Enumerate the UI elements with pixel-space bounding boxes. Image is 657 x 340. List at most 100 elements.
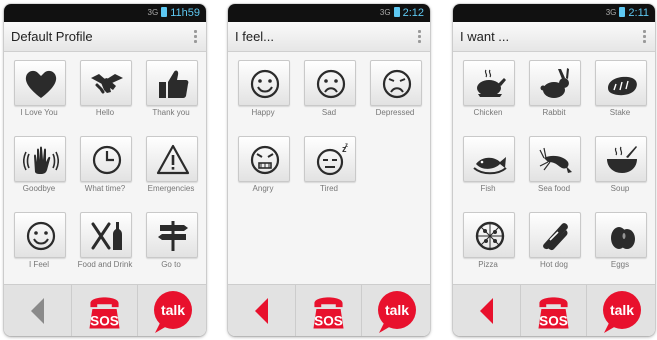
grid-item-label: I Feel: [28, 260, 49, 269]
battery-icon: [161, 7, 168, 17]
overflow-menu-icon[interactable]: [414, 28, 424, 46]
talk-button[interactable]: talk: [138, 285, 206, 336]
signal-icon: 3G: [147, 8, 159, 17]
back-button[interactable]: [453, 285, 520, 336]
shrimp-icon: [539, 147, 572, 173]
talk-label: talk: [385, 302, 409, 318]
clock-icon: [92, 145, 122, 175]
smiley-icon: [26, 221, 56, 251]
grid-item-eggs[interactable]: Eggs: [588, 204, 652, 276]
grid-item-label: Fish: [480, 184, 496, 193]
back-arrow-icon: [255, 298, 268, 324]
grid-item-label: Hello: [95, 108, 115, 117]
grid-item-label: Hot dog: [539, 260, 569, 269]
grid-item-label: Thank you: [152, 108, 190, 117]
sos-label: SOS: [539, 314, 568, 329]
grid-item-goodbye[interactable]: Goodbye: [7, 128, 71, 200]
grid-item-chicken[interactable]: Chicken: [456, 52, 520, 124]
phone-screen-default-profile: 3G 11h59 Default Profile I Love You Hello…: [4, 4, 206, 336]
back-button[interactable]: [4, 285, 71, 336]
grid-item-hot-dog[interactable]: Hot dog: [522, 204, 586, 276]
feelings-grid: Happy Sad Depressed Angry zz Tired: [228, 52, 430, 284]
phone-screen-i-feel: 3G 2:12 I feel... Happy Sad Depressed Ang…: [228, 4, 430, 336]
app-bar: I want ...: [453, 22, 655, 52]
grid-item-rabbit[interactable]: Rabbit: [522, 52, 586, 124]
fish-dish-icon: [473, 157, 507, 175]
sos-label: SOS: [90, 314, 119, 329]
sos-button[interactable]: SOS: [71, 285, 138, 336]
app-bar: I feel...: [228, 22, 430, 52]
waving-hand-icon: [23, 146, 59, 174]
grid-item-label: Angry: [252, 184, 274, 193]
bottom-bar: SOS talk: [228, 284, 430, 336]
cutlery-bottle-icon: [91, 222, 122, 250]
sos-phone-icon: SOS: [89, 297, 120, 329]
grid-item-stake[interactable]: Stake: [588, 52, 652, 124]
grid-item-label: Tired: [320, 184, 338, 193]
hot-dog-icon: [543, 223, 568, 251]
status-time: 2:11: [628, 7, 649, 19]
grid-item-what-time[interactable]: What time?: [73, 128, 137, 200]
overflow-menu-icon[interactable]: [190, 28, 200, 46]
angry-face-icon: [250, 145, 280, 175]
sad-face-icon: [316, 69, 346, 99]
talk-button[interactable]: talk: [587, 285, 655, 336]
food-grid: Chicken Rabbit Stake Fish Sea food Soup: [453, 52, 655, 284]
heart-icon: [25, 70, 57, 98]
bottom-bar: SOS talk: [453, 284, 655, 336]
grid-item-happy[interactable]: Happy: [231, 52, 295, 124]
grid-item-angry[interactable]: Angry: [231, 128, 295, 200]
grid-item-label: What time?: [84, 184, 126, 193]
phone-screen-i-want: 3G 2:11 I want ... Chicken Rabbit Stake F…: [453, 4, 655, 336]
grid-item-fish[interactable]: Fish: [456, 128, 520, 200]
grid-item-pizza[interactable]: Pizza: [456, 204, 520, 276]
soup-bowl-icon: [607, 146, 637, 173]
grid-item-label: Soup: [610, 184, 630, 193]
grid-item-i-love-you[interactable]: I Love You: [7, 52, 71, 124]
grid-item-label: Rabbit: [542, 108, 566, 117]
grid-item-sea-food[interactable]: Sea food: [522, 128, 586, 200]
talk-bubble-icon: talk: [603, 291, 641, 333]
grid-item-label: Emergencies: [147, 184, 195, 193]
grid-item-label: Go to: [161, 260, 181, 269]
screen-title: I want ...: [460, 29, 510, 44]
status-bar: 3G 2:12: [228, 4, 430, 22]
status-bar: 3G 11h59: [4, 4, 206, 22]
status-time: 2:12: [402, 7, 424, 19]
back-button[interactable]: [228, 285, 295, 336]
thumbs-up-icon: [159, 70, 189, 98]
grid-item-tired[interactable]: zz Tired: [297, 128, 361, 200]
grid-item-soup[interactable]: Soup: [588, 128, 652, 200]
grid-item-thank-you[interactable]: Thank you: [139, 52, 203, 124]
signpost-icon: [158, 221, 188, 251]
grid-item-label: Depressed: [375, 108, 415, 117]
grid-item-hello[interactable]: Hello: [73, 52, 137, 124]
back-arrow-icon: [480, 298, 493, 324]
bottom-bar: SOS talk: [4, 284, 206, 336]
talk-button[interactable]: talk: [362, 285, 430, 336]
grid-item-food-and-drink[interactable]: Food and Drink: [73, 204, 137, 276]
sos-button[interactable]: SOS: [295, 285, 362, 336]
grid-item-label: Goodbye: [22, 184, 56, 193]
grid-item-i-feel[interactable]: I Feel: [7, 204, 71, 276]
phrase-grid: I Love You Hello Thank you Goodbye What …: [4, 52, 206, 284]
screen-title: Default Profile: [11, 29, 93, 44]
sos-button[interactable]: SOS: [520, 285, 587, 336]
grid-item-label: Chicken: [473, 108, 503, 117]
talk-label: talk: [610, 302, 634, 318]
status-time: 11h59: [170, 7, 200, 19]
svg-text:z: z: [345, 143, 348, 149]
steak-icon: [608, 76, 637, 96]
grid-item-label: Happy: [251, 108, 275, 117]
happy-face-icon: [250, 69, 280, 99]
grid-item-depressed[interactable]: Depressed: [363, 52, 427, 124]
grid-item-go-to[interactable]: Go to: [139, 204, 203, 276]
overflow-menu-icon[interactable]: [639, 28, 649, 46]
grid-item-sad[interactable]: Sad: [297, 52, 361, 124]
sos-phone-icon: SOS: [313, 297, 344, 329]
grid-item-label: Eggs: [610, 260, 630, 269]
grid-item-emergencies[interactable]: Emergencies: [139, 128, 203, 200]
sos-label: SOS: [314, 314, 343, 329]
grid-item-label: I Love You: [20, 108, 58, 117]
status-bar: 3G 2:11: [453, 4, 655, 22]
